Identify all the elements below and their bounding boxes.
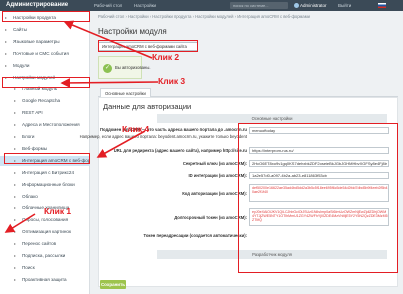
admin-title[interactable]: Администрирование — [6, 2, 68, 8]
sidebar-item-label: Адреса и Местоположения — [22, 122, 80, 128]
chevron-right-icon: ▸ — [5, 62, 8, 68]
redirect-token-label: Токен переадресации (создается автоматич… — [143, 233, 247, 238]
chevron-right-icon: ▸ — [14, 134, 17, 139]
sidebar-item[interactable]: ▸ Модули — [0, 61, 90, 71]
redirect-url-label: URL для редиректа (адрес вашего сайта), … — [113, 148, 247, 153]
sidebar-item-label: Перенос сайтов — [22, 241, 57, 247]
sidebar-item[interactable]: ▸ Поиск — [0, 263, 90, 273]
chevron-right-icon: ▸ — [14, 276, 17, 282]
breadcrumb[interactable]: Рабочий стол › Настройки › Настройки про… — [98, 14, 310, 19]
sidebar-item-label: Сайты — [13, 26, 27, 32]
sidebar-item-label: Языковые параметры — [13, 38, 60, 44]
sidebar-item[interactable]: ▸ Почтовые и СМС события — [0, 49, 90, 59]
page-title: Настройки модуля — [98, 27, 167, 36]
section-main-settings: Основные настройки — [157, 114, 387, 123]
settings-tabs: Основные настройки — [98, 87, 398, 97]
highlight-product-settings — [2, 11, 90, 22]
sidebar-item-label: Веб-формы — [22, 145, 48, 151]
sidebar-item-label: Поиск — [22, 264, 35, 270]
chevron-right-icon: ▸ — [14, 98, 17, 104]
sidebar-item-label: REST API — [22, 110, 43, 116]
highlight-module-settings — [2, 77, 90, 88]
check-icon: ✓ — [103, 64, 112, 73]
user-avatar-icon — [294, 3, 299, 8]
subdomain-hint: Например, если адрес вашего портала: bey… — [79, 134, 247, 139]
chevron-right-icon: ▸ — [14, 181, 17, 187]
sidebar-item-label: Опросы, голосования — [22, 217, 69, 223]
sidebar-item-label: Оптимизация картинок — [22, 229, 71, 235]
tab-desktop[interactable]: Рабочий стол — [94, 0, 122, 11]
chevron-right-icon: ▸ — [14, 169, 17, 175]
sidebar-item[interactable]: ▸ Проактивная защита — [0, 275, 90, 285]
chevron-right-icon: ▸ — [5, 50, 8, 56]
user-name[interactable]: Administrator — [300, 0, 327, 11]
sidebar-item[interactable]: ▸ Адреса и Местоположения — [0, 120, 90, 130]
annotation-click-2: Клик 2 — [152, 52, 180, 62]
sidebar-item[interactable]: ▸ Google Recaptcha — [0, 96, 90, 106]
chevron-right-icon: ▸ — [14, 193, 17, 199]
sidebar-item[interactable]: ▸ Языковые параметры — [0, 37, 90, 47]
search-input[interactable]: поиск по системе... — [230, 2, 288, 9]
sidebar-item-label: Блоги — [22, 134, 35, 139]
long-token-label: Долгосрочный токен (из amoCRM): — [174, 215, 247, 220]
chevron-right-icon: ▸ — [14, 205, 17, 211]
success-message-text: Вы авторизованы. — [115, 65, 151, 70]
sidebar-item[interactable]: ▸ Блоги — [0, 132, 90, 142]
sidebar-item-label: Модули — [13, 62, 30, 68]
chevron-right-icon: ▸ — [14, 217, 17, 223]
sidebar-item[interactable]: ▸ Сайты — [0, 25, 90, 35]
sidebar-item[interactable]: ▸ Облако — [0, 192, 90, 202]
highlight-module-select — [98, 40, 198, 52]
save-button[interactable]: Сохранить — [100, 280, 126, 289]
sidebar-item-label: Подписка, рассылки — [22, 253, 66, 258]
tab-settings[interactable]: Настройки — [134, 0, 156, 11]
sidebar-item-label: Облако — [22, 193, 38, 199]
annotation-click-4: Клик 4 — [122, 124, 150, 134]
sidebar-item-label: Почтовые и СМС события — [13, 50, 69, 56]
admin-top-bar: Администрирование Рабочий стол Настройки… — [0, 0, 403, 11]
panel-heading: Данные для авторизации — [103, 102, 192, 111]
chevron-right-icon: ▸ — [14, 110, 17, 116]
sidebar-item-label: Интеграция с Битрикс24 — [22, 169, 75, 175]
sidebar-item-label: Проактивная защита — [22, 276, 67, 282]
logout-link[interactable]: Выйти — [338, 0, 351, 11]
sidebar-item[interactable]: ▸ Перенос сайтов — [0, 239, 90, 249]
sidebar-item[interactable]: ▸ Оптимизация картинок — [0, 227, 90, 237]
annotation-click-3: Клик 3 — [158, 76, 186, 86]
sidebar-item[interactable]: ▸ REST API — [0, 108, 90, 118]
language-flag-icon[interactable] — [378, 3, 386, 8]
sidebar-item-label: Информационные блоки — [22, 181, 75, 187]
success-message: ✓ Вы авторизованы. — [98, 56, 151, 79]
sidebar-item[interactable]: ▸ Опросы, голосования — [0, 215, 90, 225]
highlight-auth-form — [238, 123, 398, 273]
chevron-right-icon: ▸ — [5, 26, 8, 32]
highlight-amocrm-module — [4, 153, 90, 164]
chevron-right-icon: ▸ — [14, 241, 17, 247]
annotation-click-1: Клик 1 — [44, 206, 72, 216]
sidebar-item[interactable]: ▸ Интеграция с Битрикс24 — [0, 168, 90, 178]
tab-main-settings[interactable]: Основные настройки — [100, 88, 151, 97]
sidebar-item[interactable]: ▸ Информационные блоки — [0, 180, 90, 190]
chevron-right-icon: ▸ — [5, 38, 8, 44]
sidebar-item-label: Google Recaptcha — [22, 98, 61, 104]
sidebar-item[interactable]: ▸ Подписка, рассылки — [0, 251, 90, 261]
chevron-right-icon: ▸ — [14, 253, 17, 258]
chevron-right-icon: ▸ — [14, 229, 17, 235]
chevron-right-icon: ▸ — [14, 122, 17, 128]
chevron-right-icon: ▸ — [14, 264, 17, 270]
